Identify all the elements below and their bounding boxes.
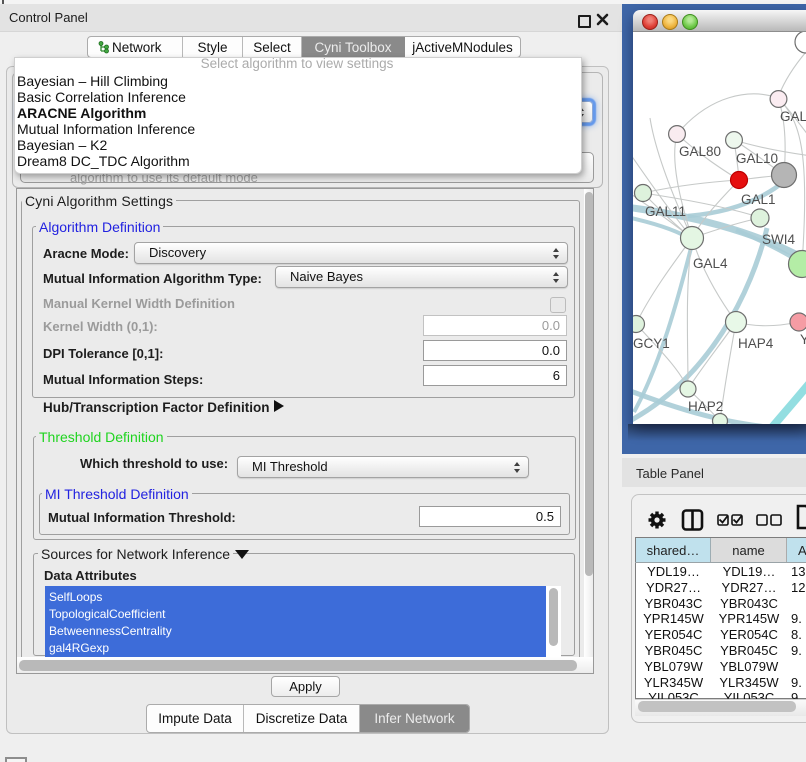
- svg-text:SWI4: SWI4: [762, 232, 795, 247]
- svg-text:GCY1: GCY1: [633, 336, 670, 351]
- svg-text:GAL: GAL: [780, 109, 806, 124]
- svg-text:GAL1: GAL1: [741, 192, 776, 207]
- svg-text:GAL10: GAL10: [736, 151, 778, 166]
- svg-text:GAL4: GAL4: [693, 256, 728, 271]
- svg-text:Y: Y: [800, 332, 806, 347]
- svg-text:HAP4: HAP4: [738, 336, 774, 351]
- svg-text:HAP2: HAP2: [688, 399, 723, 414]
- svg-text:GAL80: GAL80: [679, 144, 721, 159]
- svg-text:GAL11: GAL11: [645, 204, 686, 219]
